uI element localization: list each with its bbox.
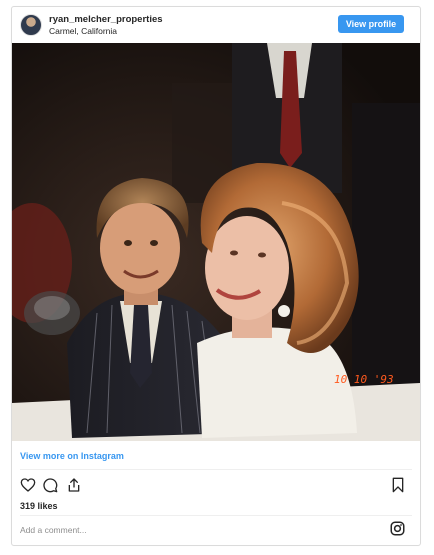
instagram-icon[interactable]	[390, 521, 405, 536]
location[interactable]: Carmel, California	[49, 26, 117, 36]
divider	[20, 515, 412, 516]
post-photo[interactable]: 10 10 '93	[12, 43, 420, 441]
comment-input[interactable]	[18, 521, 322, 539]
divider	[20, 469, 412, 470]
share-icon[interactable]	[66, 477, 82, 493]
view-profile-button[interactable]: View profile	[338, 15, 404, 33]
post-header: ryan_melcher_properties Carmel, Californ…	[12, 7, 420, 43]
view-more-on-instagram-link[interactable]: View more on Instagram	[20, 451, 124, 461]
likes-count[interactable]: 319 likes	[20, 501, 58, 511]
photo-date-stamp: 10 10 '93	[334, 373, 394, 386]
bookmark-icon[interactable]	[390, 477, 406, 493]
heart-icon[interactable]	[20, 477, 36, 493]
username[interactable]: ryan_melcher_properties	[49, 14, 163, 25]
instagram-embed: ryan_melcher_properties Carmel, Californ…	[11, 6, 421, 546]
avatar[interactable]	[20, 14, 42, 36]
photo-image: 10 10 '93	[12, 43, 420, 441]
comment-icon[interactable]	[42, 477, 58, 493]
